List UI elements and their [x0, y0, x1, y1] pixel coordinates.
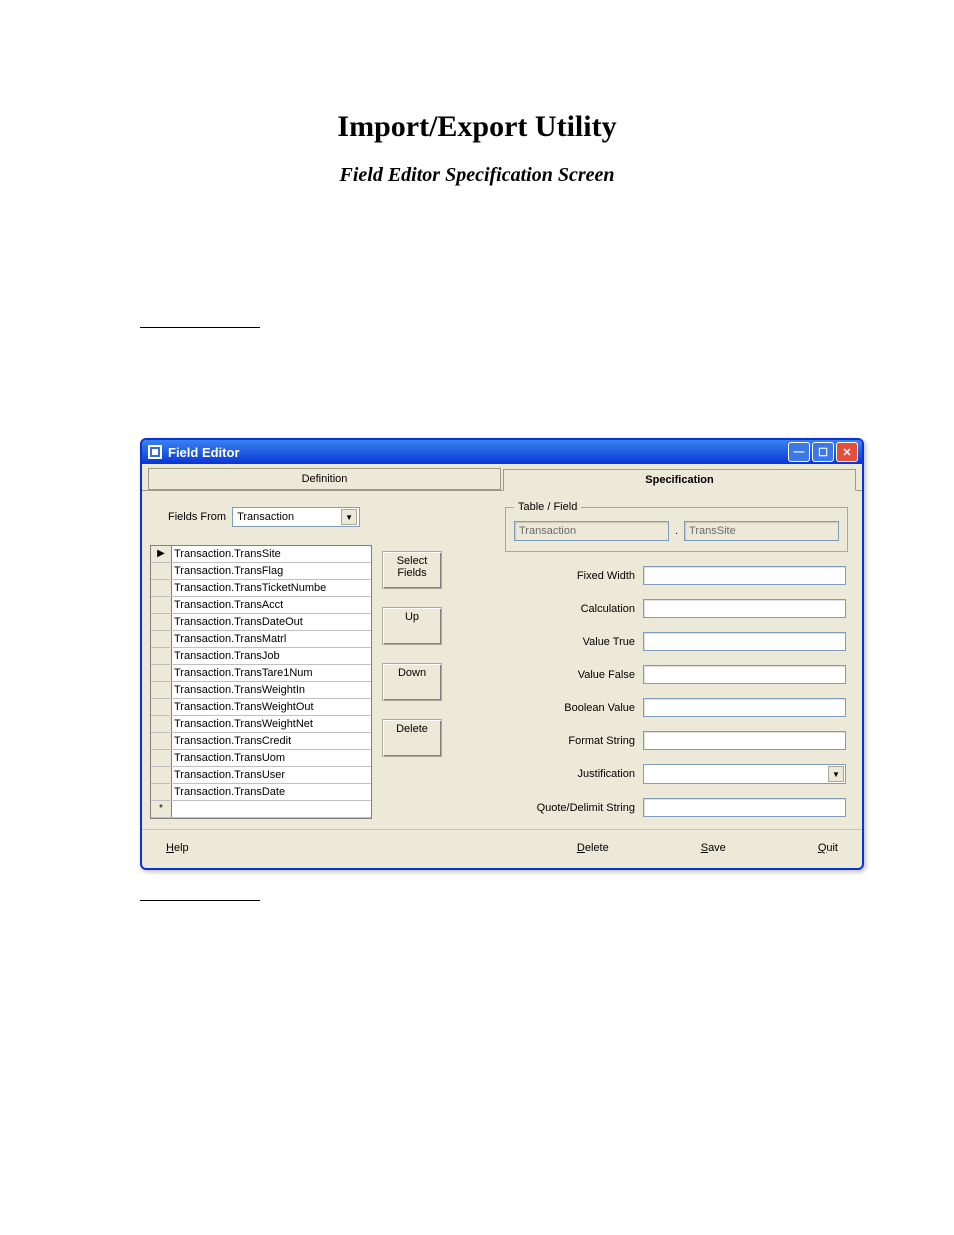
bottom-button-bar: Help Delete Save Quit — [142, 829, 862, 868]
delete-row-button[interactable]: Delete — [382, 719, 442, 757]
table-row: Transaction.TransCredit — [151, 733, 371, 750]
table-row: Transaction.TransTare1Num — [151, 665, 371, 682]
value-false-label: Value False — [505, 669, 635, 681]
format-string-label: Format String — [505, 735, 635, 747]
table-row: Transaction.TransDate — [151, 784, 371, 801]
fixed-width-input[interactable] — [643, 566, 846, 585]
new-row: * — [151, 801, 371, 818]
calculation-label: Calculation — [505, 603, 635, 615]
table-row: Transaction.TransWeightOut — [151, 699, 371, 716]
table-field-group: Table / Field Transaction . TransSite — [505, 501, 848, 552]
field-editor-window: Field Editor — ☐ ✕ Definition Specificat… — [140, 438, 864, 870]
definition-panel: Fields From Transaction ▼ ▶Transaction.T… — [150, 501, 499, 819]
boolean-value-label: Boolean Value — [505, 702, 635, 714]
close-button[interactable]: ✕ — [836, 442, 858, 462]
specification-panel: Table / Field Transaction . TransSite Fi… — [505, 501, 854, 819]
value-true-input[interactable] — [643, 632, 846, 651]
table-row: Transaction.TransJob — [151, 648, 371, 665]
app-icon — [148, 445, 162, 459]
select-fields-button[interactable]: Select Fields — [382, 551, 442, 589]
chevron-down-icon: ▼ — [828, 766, 844, 782]
new-row-marker: * — [151, 801, 172, 817]
quote-delimit-input[interactable] — [643, 798, 846, 817]
document-subtitle: Field Editor Specification Screen — [70, 164, 884, 187]
quit-button[interactable]: Quit — [812, 840, 844, 856]
value-true-label: Value True — [505, 636, 635, 648]
table-row: Transaction.TransFlag — [151, 563, 371, 580]
table-row: Transaction.TransDateOut — [151, 614, 371, 631]
quote-delimit-label: Quote/Delimit String — [505, 802, 635, 814]
tab-specification[interactable]: Specification — [503, 469, 856, 491]
fixed-width-label: Fixed Width — [505, 570, 635, 582]
delete-button[interactable]: Delete — [571, 840, 615, 856]
save-button[interactable]: Save — [695, 840, 732, 856]
title-bar: Field Editor — ☐ ✕ — [142, 440, 862, 464]
justification-combo[interactable]: ▼ — [643, 764, 846, 784]
fields-grid[interactable]: ▶Transaction.TransSite Transaction.Trans… — [150, 545, 372, 819]
up-button[interactable]: Up — [382, 607, 442, 645]
format-string-input[interactable] — [643, 731, 846, 750]
fields-from-combo[interactable]: Transaction ▼ — [232, 507, 360, 527]
table-row: Transaction.TransWeightNet — [151, 716, 371, 733]
document-title: Import/Export Utility — [70, 110, 884, 144]
table-row: Transaction.TransAcct — [151, 597, 371, 614]
divider-top — [140, 327, 260, 328]
tab-strip: Definition Specification — [142, 464, 862, 490]
table-row: Transaction.TransMatrl — [151, 631, 371, 648]
tab-definition[interactable]: Definition — [148, 468, 501, 490]
table-row: Transaction.TransWeightIn — [151, 682, 371, 699]
value-false-input[interactable] — [643, 665, 846, 684]
current-row-marker: ▶ — [151, 546, 172, 562]
separator-dot: . — [675, 525, 678, 537]
minimize-button[interactable]: — — [788, 442, 810, 462]
table-row: Transaction.TransUser — [151, 767, 371, 784]
table-name-field: Transaction — [514, 521, 669, 541]
table-row: ▶Transaction.TransSite — [151, 546, 371, 563]
boolean-value-input[interactable] — [643, 698, 846, 717]
table-row: Transaction.TransTicketNumbe — [151, 580, 371, 597]
window-title: Field Editor — [168, 445, 788, 460]
help-button[interactable]: Help — [160, 840, 195, 856]
fields-from-label: Fields From — [168, 511, 226, 523]
table-row: Transaction.TransUom — [151, 750, 371, 767]
down-button[interactable]: Down — [382, 663, 442, 701]
divider-bottom — [140, 900, 260, 901]
field-name-field: TransSite — [684, 521, 839, 541]
justification-label: Justification — [505, 768, 635, 780]
chevron-down-icon: ▼ — [341, 509, 357, 525]
maximize-button[interactable]: ☐ — [812, 442, 834, 462]
table-field-legend: Table / Field — [514, 501, 581, 513]
calculation-input[interactable] — [643, 599, 846, 618]
fields-from-value: Transaction — [237, 511, 341, 523]
